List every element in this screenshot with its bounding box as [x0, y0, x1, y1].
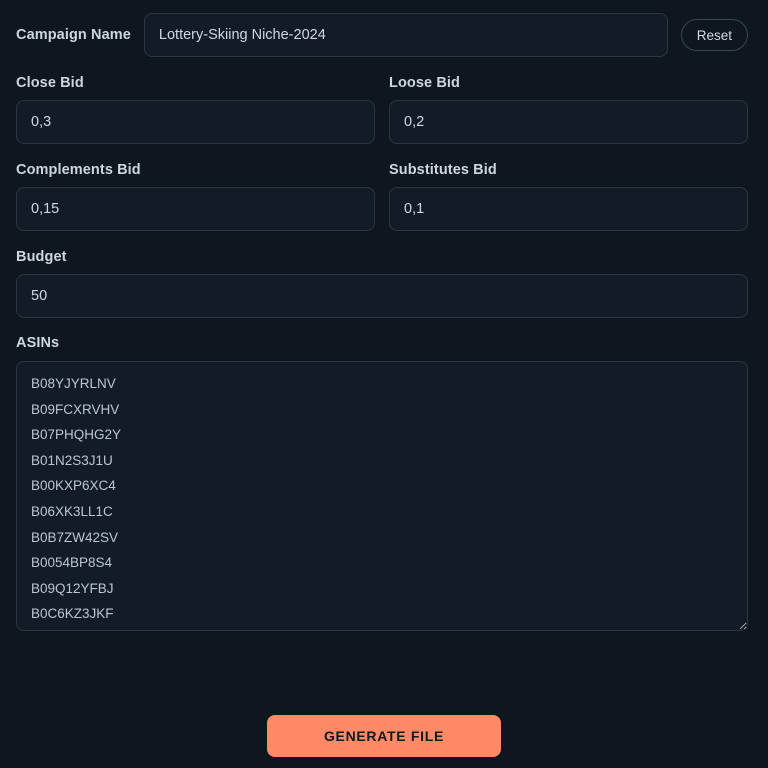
- loose-bid-label: Loose Bid: [389, 75, 460, 91]
- asins-field: ASINs: [0, 318, 768, 631]
- generate-file-row: GENERATE FILE: [0, 715, 768, 757]
- asins-textarea[interactable]: [16, 361, 748, 631]
- loose-bid-input[interactable]: [389, 100, 748, 144]
- reset-button[interactable]: Reset: [680, 19, 748, 51]
- campaign-name-label: Campaign Name: [16, 26, 131, 43]
- close-bid-label: Close Bid: [16, 75, 84, 91]
- close-bid-input[interactable]: [16, 100, 375, 144]
- loose-bid-field: Loose Bid: [389, 57, 748, 144]
- budget-field: Budget: [0, 231, 768, 318]
- campaign-generator-page: Campaign Name Reset Close Bid Loose Bid …: [0, 0, 768, 768]
- campaign-name-row: Campaign Name Reset: [0, 0, 768, 57]
- generate-file-button[interactable]: GENERATE FILE: [267, 715, 501, 757]
- complements-bid-label: Complements Bid: [16, 162, 141, 178]
- substitutes-bid-field: Substitutes Bid: [389, 144, 748, 231]
- complements-bid-input[interactable]: [16, 187, 375, 231]
- asins-label: ASINs: [16, 335, 60, 351]
- budget-label: Budget: [16, 249, 67, 265]
- campaign-name-input[interactable]: [143, 13, 668, 57]
- substitutes-bid-label: Substitutes Bid: [389, 162, 497, 178]
- budget-input[interactable]: [16, 274, 748, 318]
- substitutes-bid-input[interactable]: [389, 187, 748, 231]
- complements-bid-field: Complements Bid: [16, 144, 375, 231]
- close-bid-field: Close Bid: [16, 57, 375, 144]
- bid-fields-grid: Close Bid Loose Bid Complements Bid Subs…: [0, 57, 768, 231]
